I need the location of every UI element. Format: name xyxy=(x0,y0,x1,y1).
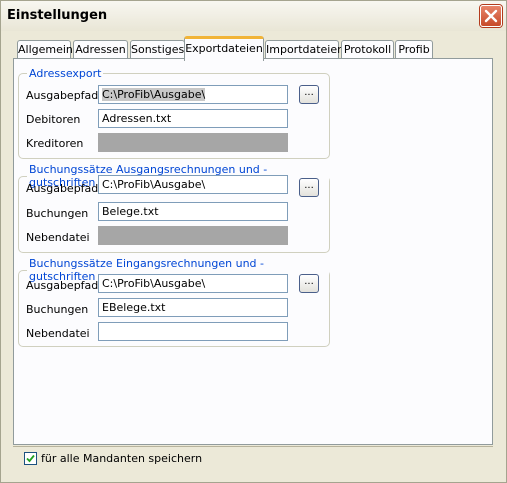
footer-divider xyxy=(13,446,493,447)
eingang-browse-button[interactable]: ... xyxy=(299,274,319,293)
adressexport-browse-button[interactable]: ... xyxy=(299,85,319,104)
save-all-clients-label: für alle Mandanten speichern xyxy=(41,452,203,465)
ausgang-buchungen-input[interactable]: Belege.txt xyxy=(98,202,288,221)
ausgang-nebendatei-label: Nebendatei xyxy=(26,231,90,244)
tab-protokoll[interactable]: Protokoll xyxy=(341,40,394,58)
eingang-nebendatei-input[interactable] xyxy=(98,322,288,341)
close-button[interactable] xyxy=(480,5,502,27)
eingang-ausgabepfad-input[interactable]: C:\ProFib\Ausgabe\ xyxy=(98,274,288,293)
ausgabepfad-label: Ausgabepfad xyxy=(26,89,99,102)
tab-sonstiges[interactable]: Sonstiges xyxy=(130,40,185,58)
eingang-buchungen-input[interactable]: EBelege.txt xyxy=(98,298,288,317)
eingang-nebendatei-label: Nebendatei xyxy=(26,327,90,340)
eingang-buchungen-label: Buchungen xyxy=(26,303,89,316)
kreditoren-label: Kreditoren xyxy=(26,137,84,150)
tab-allgemein[interactable]: Allgemein xyxy=(17,40,73,58)
tab-importdateien[interactable]: Importdateien xyxy=(265,40,344,58)
eingang-ausgabepfad-label: Ausgabepfad xyxy=(26,279,99,292)
ausgang-ausgabepfad-input[interactable]: C:\ProFib\Ausgabe\ xyxy=(98,175,288,194)
debitoren-input[interactable]: Adressen.txt xyxy=(98,109,288,128)
adressexport-ausgabepfad-input[interactable]: C:\ProFib\Ausgabe\ xyxy=(98,85,288,104)
tab-adressen[interactable]: Adressen xyxy=(73,40,128,58)
kreditoren-input xyxy=(98,133,288,152)
debitoren-label: Debitoren xyxy=(26,113,81,126)
tab-exportdateien[interactable]: Exportdateien xyxy=(184,36,264,61)
adressexport-legend: Adressexport xyxy=(29,67,102,80)
ausgang-browse-button[interactable]: ... xyxy=(299,178,319,197)
ausgang-nebendatei-input xyxy=(98,226,288,245)
ausgang-ausgabepfad-label: Ausgabepfad xyxy=(26,182,99,195)
window-title: Einstellungen xyxy=(7,8,108,23)
save-all-clients-checkbox[interactable] xyxy=(24,452,37,465)
ausgang-buchungen-label: Buchungen xyxy=(26,207,89,220)
tab-profib[interactable]: Profib xyxy=(395,40,433,58)
titlebar: Einstellungen xyxy=(1,1,506,31)
